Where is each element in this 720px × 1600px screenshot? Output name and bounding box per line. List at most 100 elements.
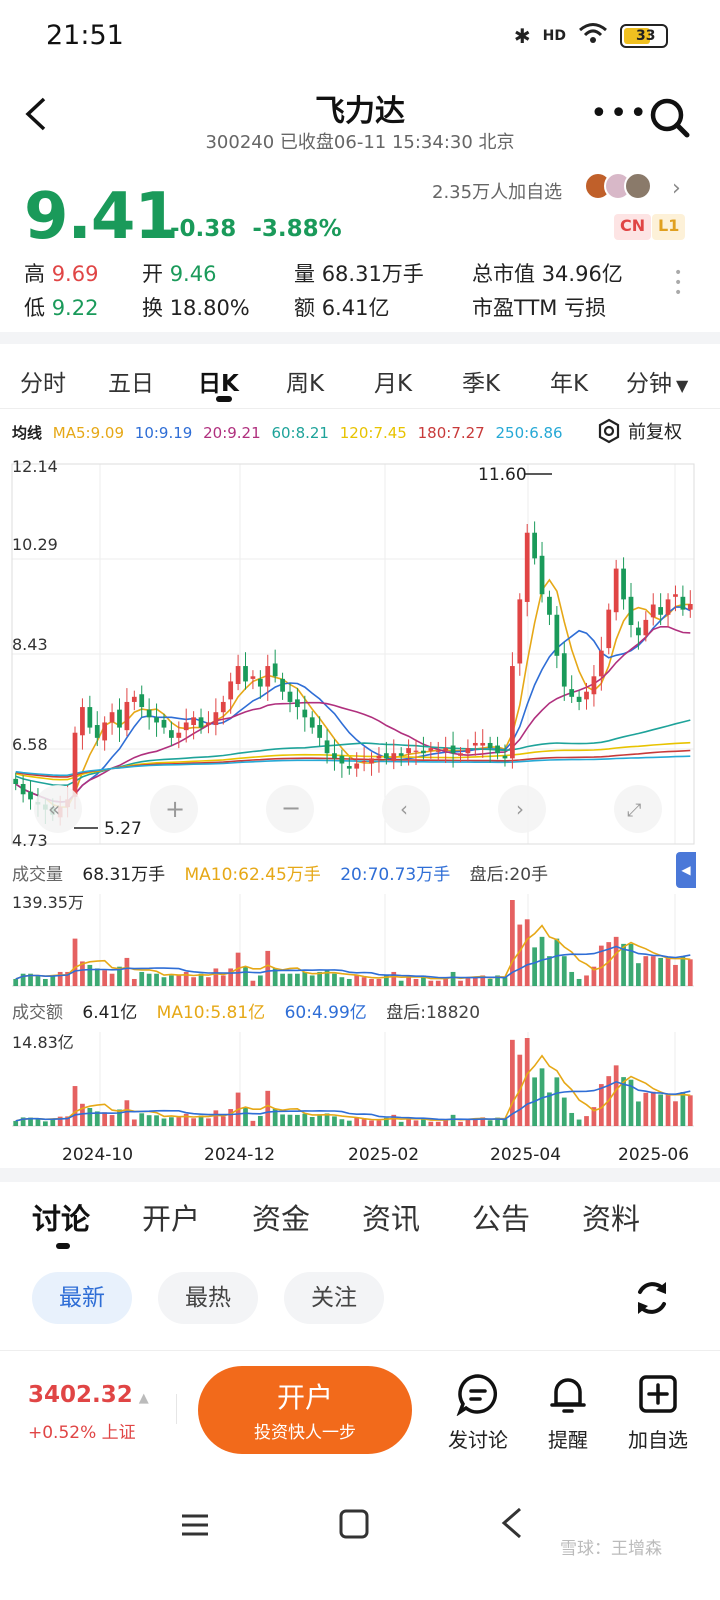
price-change: -0.38 -3.88% — [170, 216, 342, 242]
index-change[interactable]: +0.52% 上证 — [28, 1418, 136, 1443]
bar — [109, 973, 115, 986]
bar — [50, 975, 56, 986]
bar — [569, 971, 575, 986]
candle-body — [287, 691, 293, 702]
tab-news[interactable]: 资讯 — [362, 1196, 420, 1238]
tab-period[interactable]: 分时 — [20, 364, 66, 398]
add-watchlist-button[interactable]: 加自选 — [618, 1372, 698, 1453]
divider — [0, 332, 720, 344]
tab-period[interactable]: 周K — [286, 364, 324, 398]
wifi-icon — [578, 22, 608, 49]
bar — [72, 1086, 78, 1126]
amount-chart[interactable]: 14.83亿 2024-10 2024-12 2025-02 2025-04 2… — [0, 1026, 720, 1168]
candle-body — [131, 696, 137, 702]
candle-body — [584, 691, 589, 700]
bar — [161, 1118, 167, 1126]
stat-turnover: 换 18.80% — [142, 296, 250, 320]
y-tick-label: 8.43 — [12, 635, 48, 654]
candle-body — [643, 619, 649, 636]
open-account-subtitle: 投资快人一步 — [254, 1423, 356, 1443]
home-icon[interactable] — [338, 1508, 370, 1540]
menu-icon[interactable] — [180, 1510, 210, 1540]
tab-period[interactable]: 五日 — [108, 364, 154, 398]
plus-square-icon — [639, 1375, 677, 1413]
bar — [369, 978, 374, 986]
bar — [450, 971, 456, 986]
bar — [532, 947, 537, 986]
tab-profile[interactable]: 资料 — [582, 1196, 640, 1238]
tab-period[interactable]: 季K — [462, 364, 500, 398]
bluetooth-icon: ✱ — [513, 23, 531, 48]
kline-chart[interactable]: 12.14 10.29 8.43 6.58 4.73 11.60 5.27 « … — [0, 452, 720, 852]
tab-period[interactable]: 分钟 ▼ — [626, 364, 688, 398]
candle-body — [72, 732, 78, 797]
post-discussion-button[interactable]: 发讨论 — [438, 1372, 518, 1453]
change-value: -0.38 — [170, 216, 237, 242]
bar — [87, 964, 93, 986]
candle-body — [628, 596, 634, 626]
bar — [576, 978, 582, 986]
filter-following[interactable]: 关注 — [284, 1272, 384, 1324]
page-subtitle: 300240 已收盘06-11 15:34:30 北京 — [205, 132, 515, 153]
tab-period[interactable]: 日K — [198, 364, 239, 398]
y-tick-label: 6.58 — [12, 735, 48, 754]
bar — [109, 1115, 115, 1126]
x-tick-label: 2024-12 — [204, 1145, 275, 1165]
candle-body — [309, 717, 315, 728]
bar — [250, 1120, 256, 1126]
open-account-title: 开户 — [276, 1381, 333, 1414]
bar — [391, 971, 397, 986]
follower-avatars[interactable] — [584, 172, 652, 200]
follower-count[interactable]: 2.35万人加自选 — [432, 178, 562, 204]
candle-body — [458, 753, 463, 756]
plus-icon: + — [165, 795, 185, 823]
adjust-button[interactable]: 前复权 — [596, 418, 682, 444]
candle-body — [257, 678, 263, 687]
candle-body — [302, 709, 308, 718]
bar — [576, 1119, 582, 1126]
search-button[interactable] — [648, 96, 692, 140]
gear-icon — [598, 418, 620, 444]
bar — [687, 1095, 693, 1126]
bar — [154, 973, 159, 986]
tab-announcements[interactable]: 公告 — [472, 1196, 530, 1238]
candle-body — [687, 604, 693, 610]
bar — [413, 978, 419, 986]
bar — [636, 1101, 641, 1126]
alert-button[interactable]: 提醒 — [528, 1372, 608, 1453]
bar — [102, 970, 108, 986]
tab-discussion[interactable]: 讨论 — [32, 1196, 90, 1238]
candle-body — [80, 707, 85, 736]
bar — [257, 975, 263, 986]
ma-legend-item: 120:7.45 — [339, 424, 407, 442]
bar — [139, 1113, 145, 1126]
status-icons: ✱ HD 33 — [514, 22, 668, 49]
chevron-right-icon[interactable]: › — [672, 176, 681, 201]
tab-funds[interactable]: 资金 — [252, 1196, 310, 1238]
side-panel-toggle[interactable]: ◀ — [676, 852, 696, 888]
candle-body — [517, 599, 523, 664]
filter-hot[interactable]: 最热 — [158, 1272, 258, 1324]
tab-open-account[interactable]: 开户 — [142, 1196, 200, 1238]
more-button[interactable]: ••• — [590, 96, 649, 131]
tab-indicator — [56, 1243, 70, 1249]
index-value[interactable]: 3402.32 ▲ — [28, 1382, 149, 1408]
volume-ma10: MA10:62.45万手 — [184, 865, 321, 885]
ma-legend-item: 60:8.21 — [271, 424, 329, 442]
tab-period[interactable]: 月K — [374, 364, 412, 398]
back-nav-icon[interactable] — [498, 1506, 526, 1540]
tab-period[interactable]: 年K — [550, 364, 588, 398]
candle-body — [295, 699, 300, 708]
bar — [154, 1115, 159, 1126]
refresh-button[interactable] — [632, 1278, 672, 1318]
x-tick-label: 2024-10 — [62, 1145, 133, 1165]
volume-chart[interactable]: 139.35万 — [0, 888, 720, 988]
more-stats-icon[interactable]: • • • — [674, 266, 682, 300]
filter-latest[interactable]: 最新 — [32, 1272, 132, 1324]
candle-body — [650, 604, 656, 618]
market-tag-l1: L1 — [652, 214, 686, 240]
bar — [584, 975, 589, 986]
candle-body — [250, 676, 256, 679]
open-account-button[interactable]: 开户 投资快人一步 — [198, 1366, 412, 1454]
candle-body — [495, 745, 500, 754]
